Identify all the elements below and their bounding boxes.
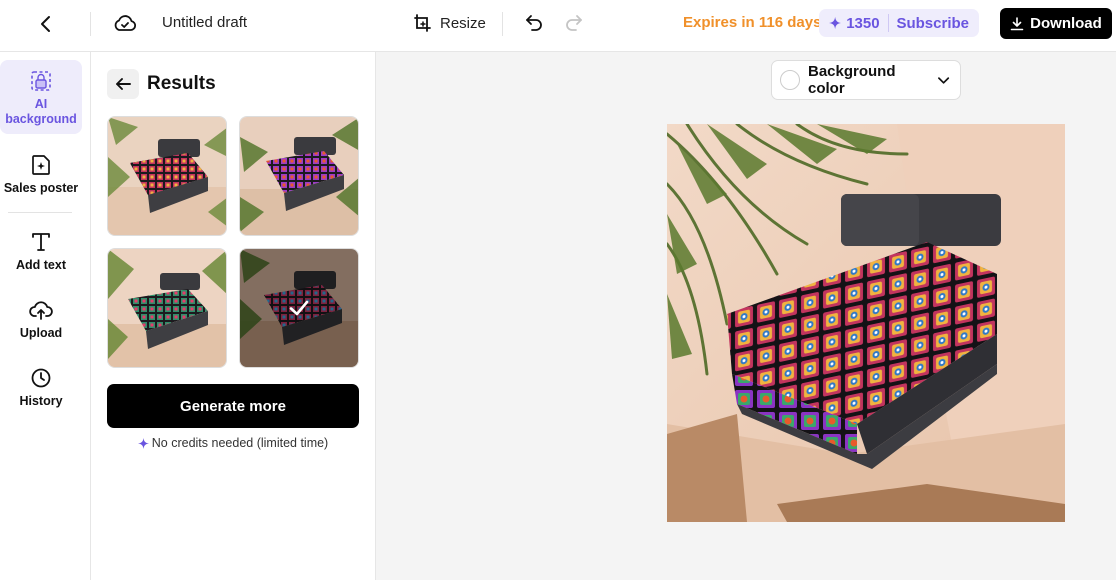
subscribe-link[interactable]: Subscribe [896,15,969,32]
sidebar-item-history[interactable]: History [0,365,82,409]
bed-image [667,124,1065,522]
sidebar-item-sales-poster[interactable]: Sales poster [0,152,82,196]
divider [887,14,889,32]
download-button[interactable]: Download [1000,8,1112,39]
sidebar-item-label: History [19,394,63,408]
redo-icon [566,15,582,31]
sidebar-item-ai-background[interactable]: AI background [0,60,82,134]
panel-back-button[interactable] [107,69,139,99]
credits-count: 1350 [846,14,880,32]
arrow-left-icon [116,78,131,90]
sidebar-item-upload[interactable]: Upload [0,297,82,341]
divider [90,12,91,36]
sidebar-item-label: Add text [16,258,66,272]
main-product-image[interactable] [667,124,1065,522]
credits-note-text: No credits needed (limited time) [151,436,329,450]
divider [8,212,72,213]
sidebar-item-label: Sales poster [3,181,79,195]
bed-image [240,117,358,235]
credits-pill: 1350 Subscribe [819,9,979,37]
undo-button[interactable] [522,10,546,34]
chevron-down-icon [937,77,949,84]
text-icon [30,229,52,255]
ai-background-icon [29,68,53,94]
download-label: Download [1030,15,1102,32]
sidebar-item-label: Upload [19,326,63,340]
back-button[interactable] [30,8,62,40]
sidebar-item-label: AI background [5,97,77,126]
result-thumbnail-selected[interactable] [239,248,359,368]
sparkle-icon [137,437,149,449]
expiry-notice: Expires in 116 days [683,14,822,31]
tool-sidebar: AI background Sales poster Add text Uplo… [0,52,91,580]
selected-checkmark-icon [240,249,358,367]
upload-cloud-icon [29,297,53,323]
bed-image [108,249,226,367]
sales-poster-icon [30,152,52,178]
chevron-left-icon [41,16,50,32]
top-bar: Untitled draft Resize Expires in 116 day… [0,0,1116,52]
background-color-label: Background color [808,63,896,97]
undo-icon [526,15,542,31]
resize-label: Resize [440,14,486,32]
background-color-dropdown[interactable]: Background color [771,60,961,100]
download-icon [1010,16,1024,30]
divider [502,12,503,36]
editor-canvas: Background color [376,52,1116,580]
credits-note: No credits needed (limited time) [107,436,359,450]
clock-icon [30,365,52,391]
color-swatch [780,70,800,90]
result-thumbnail[interactable] [107,248,227,368]
bed-image [108,117,226,235]
resize-icon [414,14,431,32]
redo-button[interactable] [562,10,586,34]
sparkle-icon [829,16,842,30]
result-thumbnail[interactable] [239,116,359,236]
results-panel: Results Generate more No credits needed … [91,52,376,580]
resize-button[interactable]: Resize [413,11,486,35]
generate-more-button[interactable]: Generate more [107,384,359,428]
panel-title: Results [147,73,216,94]
document-title[interactable]: Untitled draft [162,14,247,31]
sidebar-item-add-text[interactable]: Add text [0,229,82,273]
cloud-sync-icon[interactable] [112,10,138,36]
result-thumbnail[interactable] [107,116,227,236]
